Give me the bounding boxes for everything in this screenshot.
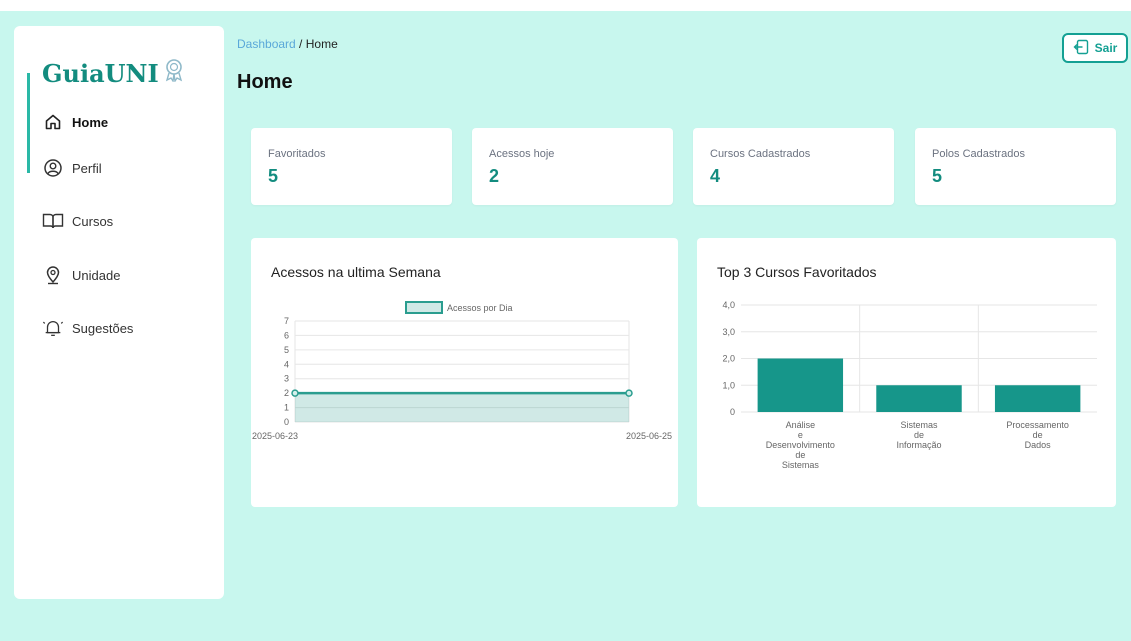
stat-value: 5 <box>268 166 279 186</box>
breadcrumb-separator: / <box>295 37 306 51</box>
stat-value: 5 <box>932 166 943 186</box>
y-tick-label: 4,0 <box>722 300 735 310</box>
sidebar-item-label: Unidade <box>72 267 121 283</box>
top-strip <box>0 0 1131 11</box>
breadcrumb-current: Home <box>305 37 338 51</box>
logout-icon <box>1073 39 1089 58</box>
stat-value: 2 <box>489 166 500 186</box>
stat-label: Acessos hoje <box>489 148 555 160</box>
x-tick-label: Sistemas <box>782 460 820 470</box>
legend-swatch <box>405 301 443 314</box>
access-chart-card: Acessos na ultima Semana 0 1 2 3 4 5 6 7 2025-06… <box>251 238 678 507</box>
bar <box>876 385 962 412</box>
sidebar: GuiaUNI Home Perfil Cursos Unidade Suges… <box>14 26 224 599</box>
ribbon-award-icon <box>163 58 185 88</box>
stat-label: Polos Cadastrados <box>932 148 1025 160</box>
y-tick-label: 0 <box>730 407 735 417</box>
sidebar-item-label: Home <box>72 114 109 130</box>
sidebar-item-label: Perfil <box>72 160 102 176</box>
x-tick-label: Processamento <box>1006 420 1069 430</box>
y-tick-label: 7 <box>284 316 289 326</box>
series-area <box>295 393 629 422</box>
x-tick-label: de <box>795 450 805 460</box>
x-tick-label: 2025-06-23 <box>252 431 298 441</box>
sidebar-item-sugestoes[interactable]: Sugestões <box>14 307 224 349</box>
stat-card-polos-cadastrados: Polos Cadastrados 5 <box>915 128 1116 205</box>
logout-button[interactable]: Sair <box>1062 33 1128 63</box>
bell-icon <box>42 317 64 339</box>
favorites-chart-card: Top 3 Cursos Favoritados 0 1,0 2,0 3,0 4,0 An… <box>697 238 1116 507</box>
sidebar-item-label: Sugestões <box>72 320 134 336</box>
bar <box>994 385 1081 412</box>
x-tick-label: de <box>1033 430 1043 440</box>
x-tick-label: e <box>798 430 803 440</box>
page-title: Home <box>237 71 293 93</box>
sidebar-item-home[interactable]: Home <box>14 73 224 173</box>
data-point <box>291 389 299 397</box>
y-tick-label: 1 <box>284 403 289 413</box>
y-tick-label: 6 <box>284 330 289 340</box>
x-tick-label: de <box>914 430 924 440</box>
stat-label: Favoritados <box>268 148 326 160</box>
sidebar-item-unidade[interactable]: Unidade <box>14 254 224 296</box>
favorites-bar-chart: 01,02,03,04,0AnáliseeDesenvolvimentodeSi… <box>722 300 1097 470</box>
stat-label: Cursos Cadastrados <box>710 148 811 160</box>
y-tick-label: 2 <box>284 388 289 398</box>
breadcrumb-link-dashboard[interactable]: Dashboard <box>237 37 296 51</box>
logo-text: GuiaUNI <box>42 58 159 88</box>
x-tick-label: Sistemas <box>900 420 938 430</box>
y-tick-label: 1,0 <box>722 380 735 390</box>
x-tick-label: Análise <box>786 420 816 430</box>
map-pin-icon <box>42 264 64 286</box>
x-tick-label: Informação <box>896 440 941 450</box>
x-tick-label: 2025-06-25 <box>626 431 672 441</box>
book-open-icon <box>42 210 64 232</box>
stat-card-favoritados: Favoritados 5 <box>251 128 452 205</box>
y-tick-label: 0 <box>284 417 289 427</box>
user-circle-icon <box>42 157 64 179</box>
stat-card-acessos-hoje: Acessos hoje 2 <box>472 128 673 205</box>
y-tick-label: 4 <box>284 359 289 369</box>
sidebar-item-label: Cursos <box>72 213 114 229</box>
sidebar-item-cursos[interactable]: Cursos <box>14 200 224 242</box>
x-tick-label: Desenvolvimento <box>766 440 835 450</box>
page: GuiaUNI Home Perfil Cursos Unidade Suges… <box>0 0 1131 641</box>
home-icon <box>42 111 64 133</box>
bar <box>757 358 844 412</box>
y-tick-label: 3 <box>284 374 289 384</box>
logout-label: Sair <box>1094 41 1118 55</box>
y-tick-label: 5 <box>284 345 289 355</box>
y-tick-label: 3,0 <box>722 327 735 337</box>
x-tick-label: Dados <box>1025 440 1052 450</box>
logo[interactable]: GuiaUNI <box>42 58 185 88</box>
stat-card-cursos-cadastrados: Cursos Cadastrados 4 <box>693 128 894 205</box>
legend-label: Acessos por Dia <box>447 303 513 313</box>
data-point <box>625 389 633 397</box>
sidebar-item-perfil[interactable]: Perfil <box>14 147 224 189</box>
access-line-chart: 0 1 2 3 4 5 6 7 2025-06-23 2025-06-25 Acessos por … <box>252 301 672 441</box>
breadcrumb: Dashboard / Home <box>237 37 338 51</box>
stat-value: 4 <box>710 166 721 186</box>
y-tick-label: 2,0 <box>722 354 735 364</box>
